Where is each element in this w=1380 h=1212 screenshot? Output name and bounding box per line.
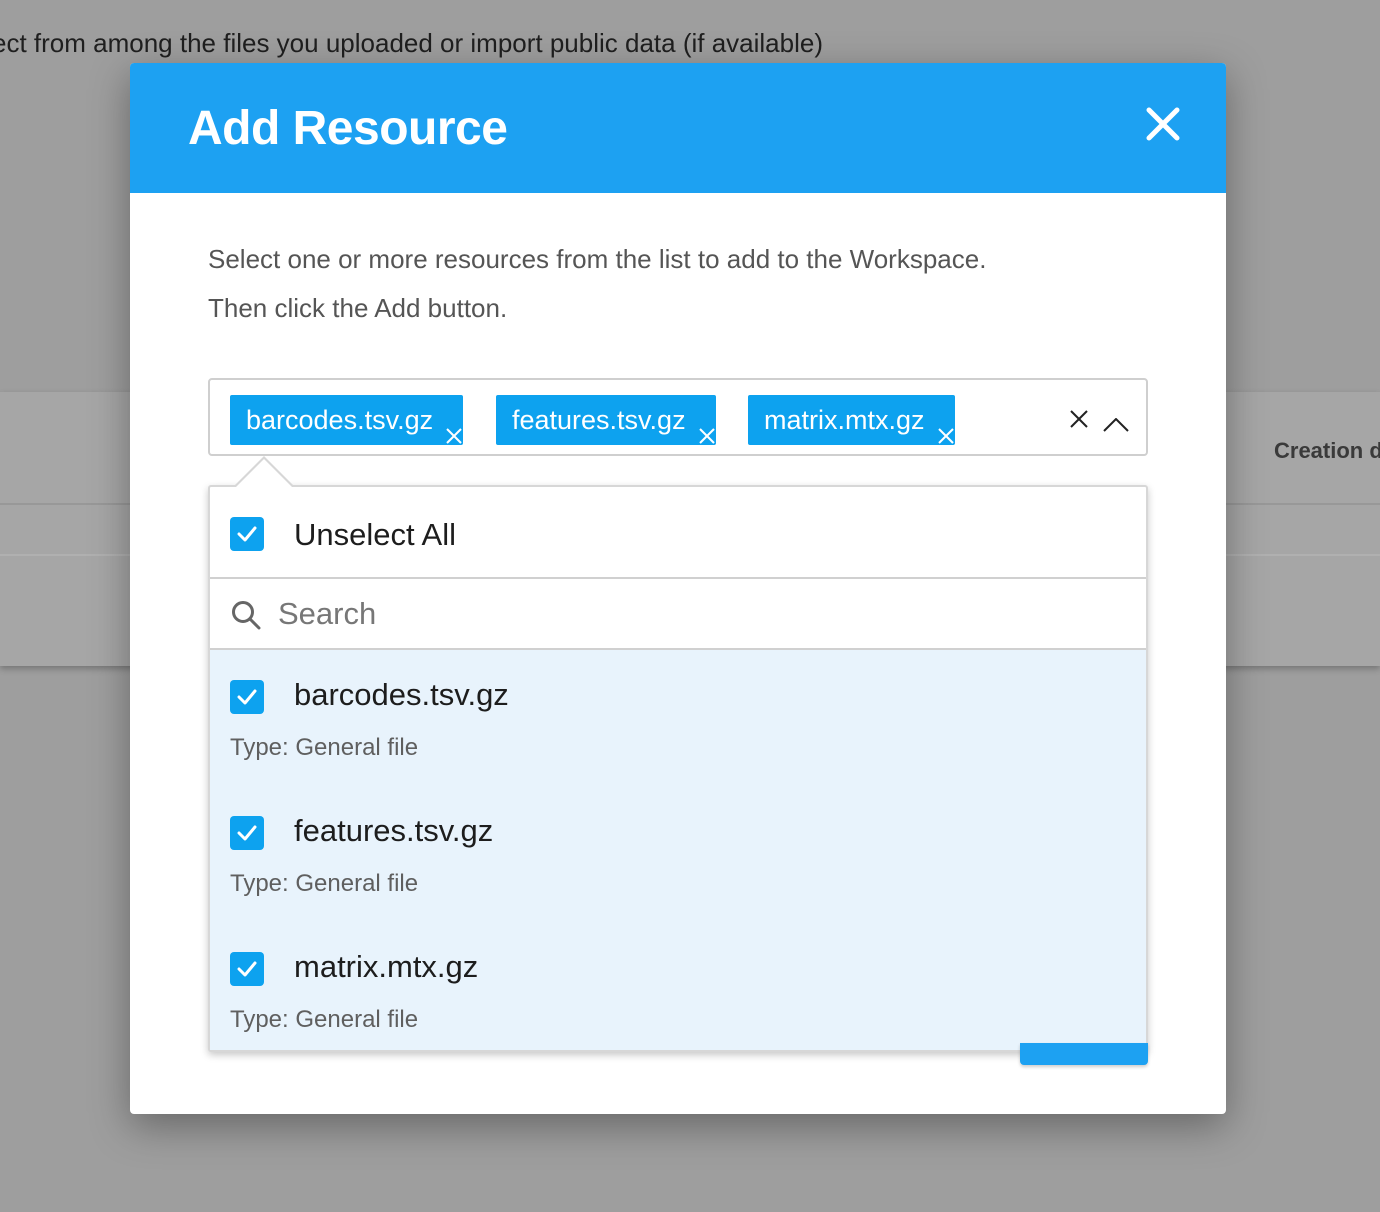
modal-header: Add Resource [130, 63, 1226, 193]
list-item[interactable]: features.tsv.gz Type: General file [210, 786, 1146, 922]
clear-icon[interactable] [1070, 410, 1088, 428]
unselect-all-label: Unselect All [294, 517, 456, 552]
column-header-creation-date: Creation d [1274, 438, 1380, 463]
x-icon[interactable] [445, 411, 463, 444]
option-checkbox[interactable] [230, 952, 264, 986]
chevron-up-icon[interactable] [1103, 417, 1129, 432]
chip-label: matrix.mtx.gz [764, 405, 925, 435]
selected-chip: matrix.mtx.gz [748, 395, 955, 445]
instructions-line-1: Select one or more resources from the li… [208, 244, 987, 274]
selected-chip: features.tsv.gz [496, 395, 716, 445]
option-name: barcodes.tsv.gz [294, 677, 509, 712]
option-name: features.tsv.gz [294, 813, 494, 848]
chip-label: barcodes.tsv.gz [246, 405, 434, 435]
list-item[interactable]: matrix.mtx.gz Type: General file [210, 922, 1146, 1058]
resource-multiselect[interactable]: barcodes.tsv.gz features.tsv.gz matrix.m… [208, 378, 1148, 456]
add-resource-modal: Add Resource Select one or more resource… [130, 63, 1226, 1114]
check-icon [237, 825, 257, 841]
add-button[interactable] [1020, 1043, 1148, 1065]
resource-dropdown: Unselect All barcodes.tsv.gz Type: Gener… [208, 456, 1148, 1052]
option-name: matrix.mtx.gz [294, 949, 479, 984]
list-item[interactable]: barcodes.tsv.gz Type: General file [210, 650, 1146, 786]
check-icon [237, 526, 257, 542]
check-icon [237, 689, 257, 705]
check-icon [237, 961, 257, 977]
x-icon[interactable] [937, 411, 955, 444]
x-icon[interactable] [698, 411, 716, 444]
dropdown-search [210, 579, 1146, 650]
option-type: Type: General file [230, 1006, 419, 1033]
unselect-all-checkbox[interactable] [230, 517, 264, 551]
modal-instructions: Select one or more resources from the li… [208, 235, 1108, 333]
unselect-all-option[interactable]: Unselect All [210, 487, 1146, 579]
option-checkbox[interactable] [230, 816, 264, 850]
search-input[interactable] [278, 589, 1118, 639]
instructions-line-2: Then click the Add button. [208, 293, 508, 323]
option-checkbox[interactable] [230, 680, 264, 714]
option-type: Type: General file [230, 734, 419, 761]
options-list: barcodes.tsv.gz Type: General file featu… [210, 650, 1146, 1050]
dropdown-caret-fill [236, 459, 292, 487]
close-icon[interactable] [1142, 103, 1184, 145]
selected-chip: barcodes.tsv.gz [230, 395, 464, 445]
search-icon [230, 599, 262, 631]
option-type: Type: General file [230, 870, 419, 897]
modal-title: Add Resource [188, 102, 508, 155]
chip-label: features.tsv.gz [512, 405, 686, 435]
background-instruction-text: ect from among the files you uploaded or… [0, 28, 823, 58]
